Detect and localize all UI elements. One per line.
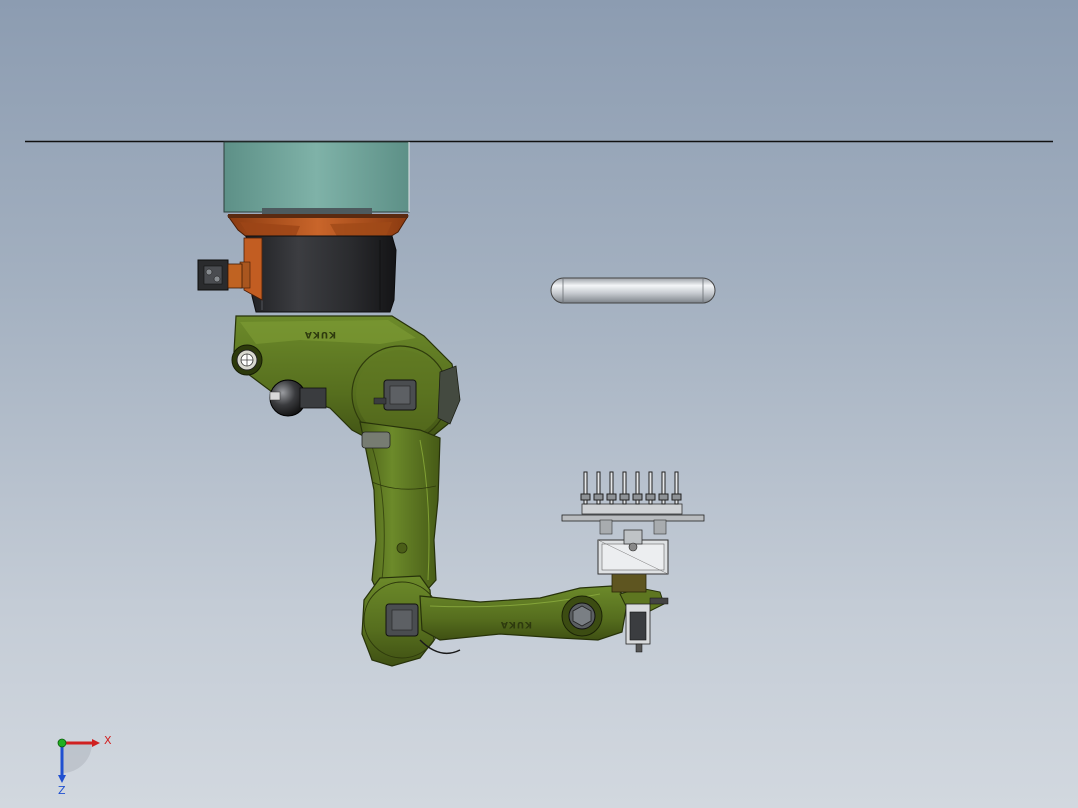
coordinate-triad: X Z [57,734,112,797]
robot-brand-lower: KUKA [500,619,532,629]
triad-x-label: X [104,734,112,747]
robot-brand-upper: KUKA [304,329,336,339]
lower-arm[interactable] [359,421,441,603]
base-motor-housing[interactable] [239,235,397,313]
robot-shoulder[interactable]: KUKA [233,315,461,447]
gripper-frame[interactable] [561,503,705,575]
capsule-workpiece[interactable] [550,277,716,304]
triad-z-label: Z [58,784,66,797]
connector-box[interactable] [197,259,243,291]
cad-scene[interactable]: KUKA KUKA X Z [0,0,1078,808]
graphics-viewport[interactable]: KUKA KUKA X Z [0,0,1078,808]
mounting-block[interactable] [223,141,410,214]
counterbalance-gear[interactable] [231,344,263,376]
base-flange[interactable] [227,214,409,239]
suction-pins[interactable] [580,471,682,505]
